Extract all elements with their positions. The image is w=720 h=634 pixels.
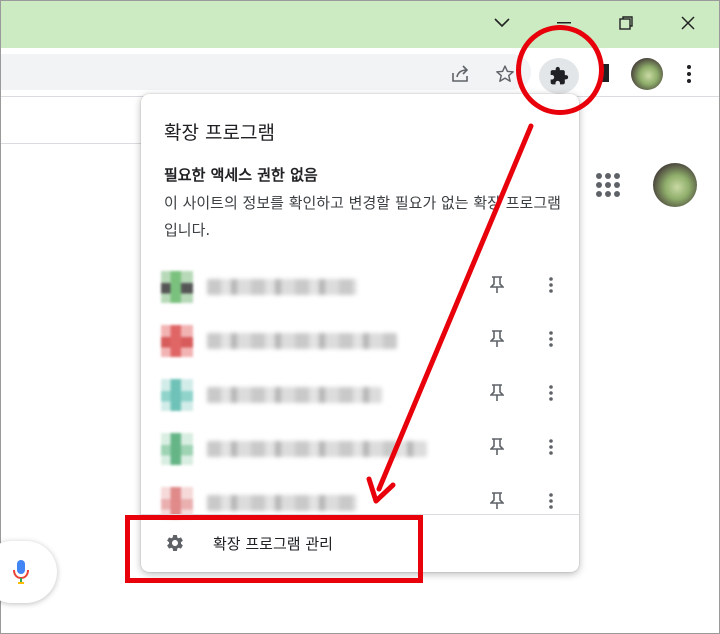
access-heading: 필요한 액세스 권한 없음	[164, 166, 318, 184]
extension-icon	[161, 433, 193, 465]
more-vert-icon[interactable]	[539, 435, 563, 459]
extension-name	[207, 333, 397, 349]
close-button[interactable]	[673, 9, 703, 37]
share-icon[interactable]	[449, 62, 473, 86]
more-vert-icon[interactable]	[679, 62, 699, 86]
apps-grid-icon[interactable]	[596, 173, 620, 197]
title-bar	[1, 1, 719, 48]
extension-row[interactable]	[141, 370, 579, 424]
voice-search-button[interactable]	[0, 541, 57, 603]
extension-row[interactable]	[141, 316, 579, 370]
more-vert-icon[interactable]	[539, 273, 563, 297]
extension-icon	[161, 271, 193, 303]
pin-icon[interactable]	[485, 435, 509, 459]
extension-icon	[161, 379, 193, 411]
pin-icon[interactable]	[485, 327, 509, 351]
more-vert-icon[interactable]	[539, 489, 563, 513]
page-avatar[interactable]	[653, 163, 697, 207]
pin-icon[interactable]	[485, 489, 509, 513]
more-vert-icon[interactable]	[539, 381, 563, 405]
extension-row[interactable]	[141, 424, 579, 478]
toolbar	[1, 48, 719, 96]
annotation-circle	[516, 25, 604, 115]
annotation-rectangle	[125, 515, 423, 583]
profile-avatar[interactable]	[631, 58, 663, 90]
extension-icon	[161, 325, 193, 357]
access-description: 이 사이트의 정보를 확인하고 변경할 필요가 없는 확장 프로그램입니다.	[164, 194, 561, 239]
extension-row[interactable]	[141, 262, 579, 316]
restore-button[interactable]	[611, 9, 641, 37]
star-icon[interactable]	[493, 62, 517, 86]
extensions-popup: 확장 프로그램 필요한 액세스 권한 없음 이 사이트의 정보를 확인하고 변경…	[141, 94, 579, 572]
extension-name	[207, 441, 427, 457]
extension-name	[207, 495, 357, 511]
microphone-icon	[13, 560, 29, 584]
popup-title: 확장 프로그램	[164, 122, 275, 144]
tab-search-chevron-icon[interactable]	[487, 9, 517, 37]
pin-icon[interactable]	[485, 381, 509, 405]
extension-name	[207, 279, 357, 295]
page-header-divider	[1, 143, 141, 144]
more-vert-icon[interactable]	[539, 327, 563, 351]
extension-name	[207, 387, 382, 403]
pin-icon[interactable]	[485, 273, 509, 297]
